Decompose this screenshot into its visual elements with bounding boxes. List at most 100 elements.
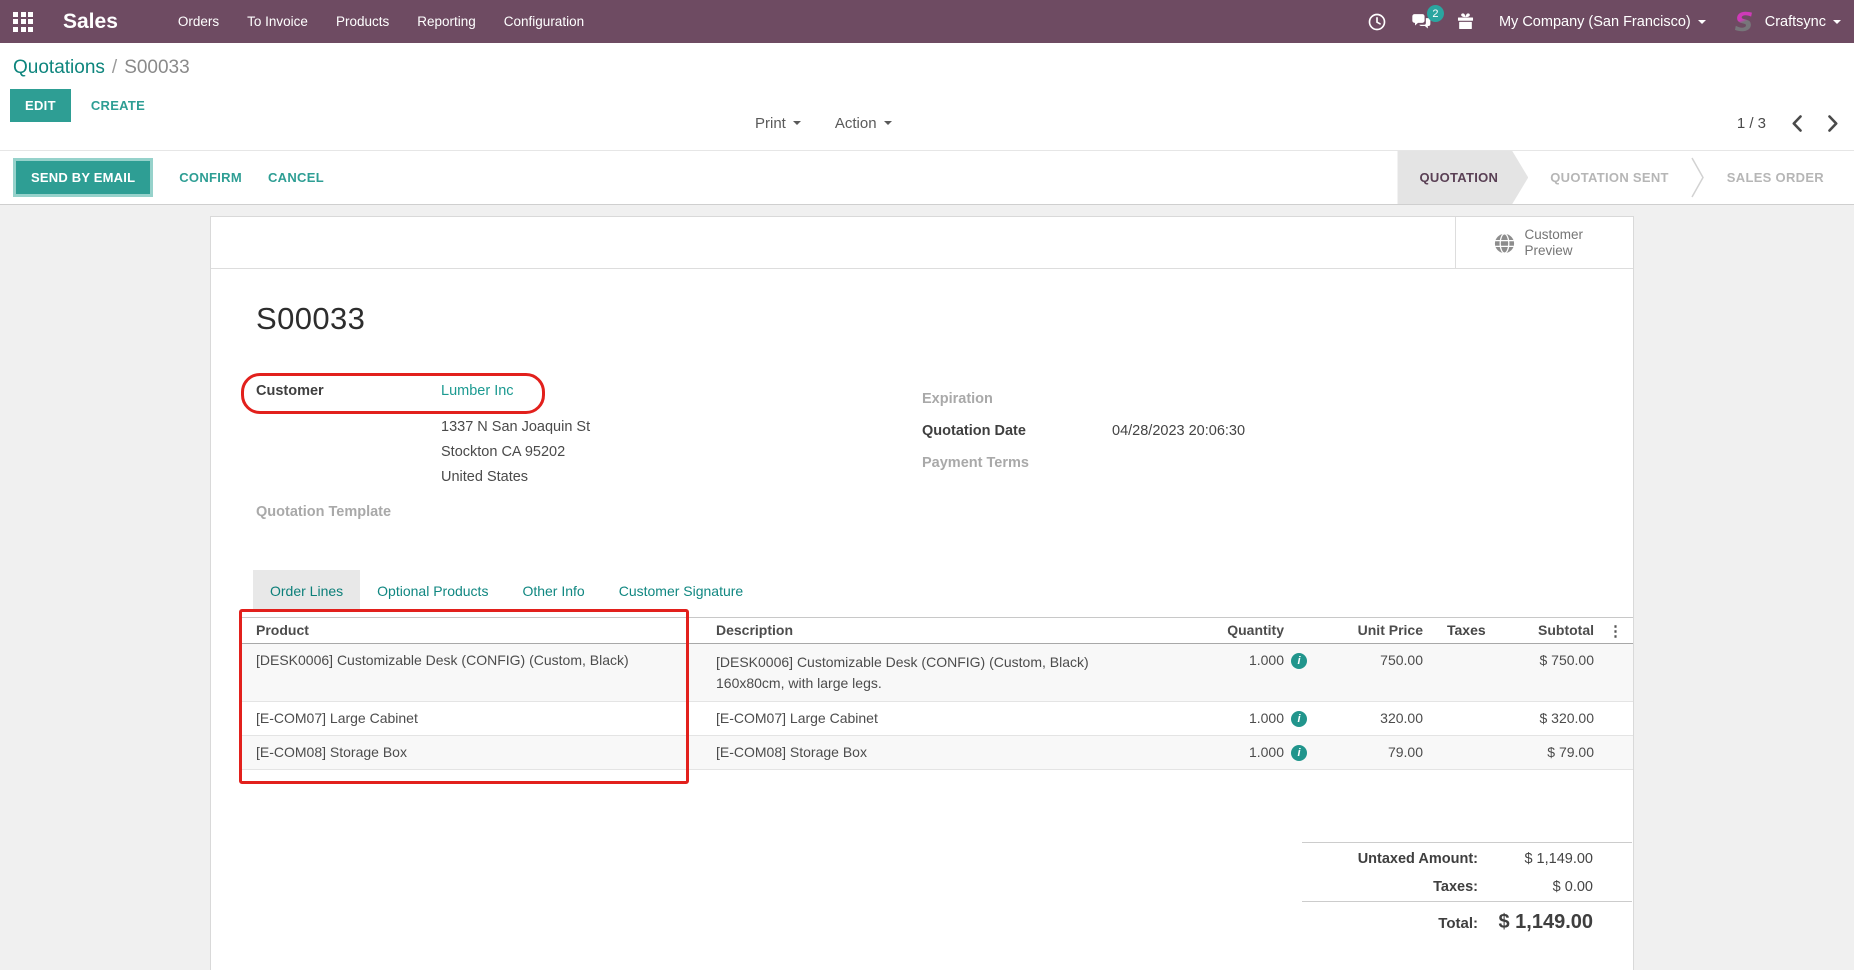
order-lines-table: Product Description Quantity Unit Price … [241, 617, 1633, 770]
tab-other-info[interactable]: Other Info [505, 570, 601, 612]
print-label: Print [755, 115, 786, 132]
cell-product: [DESK0006] Customizable Desk (CONFIG) (C… [241, 644, 701, 701]
chevron-down-icon [793, 121, 801, 125]
user-name: Craftsync [1765, 14, 1826, 30]
pager-next-button[interactable] [1828, 115, 1838, 132]
breadcrumb: Quotations/S00033 [0, 43, 1854, 79]
avatar: S [1730, 8, 1758, 36]
quotation-form-sheet: Customer Preview S00033 Customer Lumber … [210, 216, 1634, 970]
globe-icon [1493, 232, 1516, 255]
cell-unit-price: 79.00 [1314, 736, 1423, 769]
cell-taxes [1423, 702, 1493, 735]
column-header-product: Product [241, 618, 701, 643]
quotation-template-label: Quotation Template [256, 504, 922, 520]
totals-block: Untaxed Amount: $ 1,149.00 Taxes: $ 0.00… [1302, 842, 1632, 940]
customer-label: Customer [256, 383, 441, 403]
control-panel: Quotations/S00033 EDIT CREATE Print Acti… [0, 43, 1854, 150]
menu-configuration[interactable]: Configuration [490, 0, 598, 43]
tab-customer-signature[interactable]: Customer Signature [602, 570, 761, 612]
quotation-date-field: Quotation Date 04/28/2023 20:06:30 [922, 423, 1588, 443]
quotation-title: S00033 [256, 301, 1633, 337]
table-header-row: Product Description Quantity Unit Price … [241, 617, 1633, 644]
cell-quantity: 1.000 [1131, 644, 1284, 701]
total-row: Total: $ 1,149.00 [1302, 901, 1632, 940]
chevron-down-icon [1698, 20, 1706, 24]
apps-menu-icon[interactable] [13, 12, 33, 32]
send-by-email-button[interactable]: SEND BY EMAIL [16, 161, 150, 194]
quantity-info-icon[interactable] [1291, 653, 1307, 669]
app-name[interactable]: Sales [63, 10, 118, 34]
pager-previous-button[interactable] [1792, 115, 1802, 132]
pager-counter: 1 / 3 [1737, 115, 1766, 132]
navbar-systray: 2 My Company (San Francisco) S [1367, 8, 1841, 36]
expiration-field: Expiration [922, 391, 1588, 411]
menu-products[interactable]: Products [322, 0, 403, 43]
top-navbar: Sales Orders To Invoice Products Reporti… [0, 0, 1854, 43]
app-menu: Orders To Invoice Products Reporting Con… [164, 0, 598, 43]
state-sales-order[interactable]: SALES ORDER [1705, 151, 1854, 204]
state-quotation[interactable]: QUOTATION [1397, 151, 1528, 204]
gift-icon[interactable] [1456, 12, 1475, 31]
company-switcher[interactable]: My Company (San Francisco) [1499, 14, 1706, 30]
action-dropdown[interactable]: Action [835, 115, 892, 132]
quantity-info-icon[interactable] [1291, 745, 1307, 761]
chevron-down-icon [1833, 20, 1841, 24]
column-header-description: Description [701, 618, 1131, 643]
tab-optional-products[interactable]: Optional Products [360, 570, 505, 612]
column-header-subtotal: Subtotal [1493, 618, 1594, 643]
table-row[interactable]: [E-COM08] Storage Box [E-COM08] Storage … [241, 736, 1633, 770]
menu-orders[interactable]: Orders [164, 0, 233, 43]
table-row[interactable]: [DESK0006] Customizable Desk (CONFIG) (C… [241, 644, 1633, 702]
breadcrumb-separator: / [112, 57, 117, 78]
quotation-date-label: Quotation Date [922, 423, 1112, 443]
optional-columns-toggle-icon[interactable] [1608, 623, 1623, 640]
messages-icon[interactable]: 2 [1411, 11, 1432, 32]
untaxed-amount-row: Untaxed Amount: $ 1,149.00 [1302, 842, 1632, 873]
state-separator-chevron-icon [1691, 151, 1705, 204]
user-menu[interactable]: S Craftsync [1730, 8, 1841, 36]
total-label: Total: [1302, 915, 1478, 932]
column-header-quantity: Quantity [1131, 618, 1284, 643]
print-dropdown[interactable]: Print [755, 115, 801, 132]
untaxed-amount-value: $ 1,149.00 [1478, 851, 1593, 867]
chevron-down-icon [884, 121, 892, 125]
column-header-unit-price: Unit Price [1314, 618, 1423, 643]
customer-preview-button[interactable]: Customer Preview [1455, 217, 1633, 269]
untaxed-amount-label: Untaxed Amount: [1302, 851, 1478, 867]
create-button[interactable]: CREATE [91, 98, 145, 113]
notebook-tabs: Order Lines Optional Products Other Info… [253, 570, 1633, 612]
cell-product: [E-COM08] Storage Box [241, 736, 701, 769]
edit-button[interactable]: EDIT [10, 89, 71, 122]
cell-unit-price: 320.00 [1314, 702, 1423, 735]
cancel-button[interactable]: CANCEL [268, 170, 324, 185]
cell-description: [E-COM07] Large Cabinet [701, 702, 1131, 735]
statusbar: SEND BY EMAIL CONFIRM CANCEL QUOTATION Q… [0, 150, 1854, 205]
address-line: United States [441, 465, 922, 490]
state-quotation-sent[interactable]: QUOTATION SENT [1528, 151, 1691, 204]
cell-quantity: 1.000 [1131, 702, 1284, 735]
taxes-label: Taxes: [1302, 879, 1478, 895]
form-fields: Customer Lumber Inc 1337 N San Joaquin S… [256, 383, 1588, 520]
company-name: My Company (San Francisco) [1499, 14, 1691, 30]
quantity-info-icon[interactable] [1291, 711, 1307, 727]
cell-subtotal: $ 79.00 [1493, 736, 1594, 769]
customer-preview-label: Customer Preview [1525, 227, 1597, 259]
svg-text:S: S [1734, 8, 1753, 36]
menu-reporting[interactable]: Reporting [403, 0, 490, 43]
confirm-button[interactable]: CONFIRM [179, 170, 242, 185]
tab-order-lines[interactable]: Order Lines [253, 570, 360, 612]
quotation-date-value: 04/28/2023 20:06:30 [1112, 423, 1245, 443]
activity-clock-icon[interactable] [1367, 12, 1387, 32]
breadcrumb-quotations[interactable]: Quotations [13, 57, 105, 78]
table-row[interactable]: [E-COM07] Large Cabinet [E-COM07] Large … [241, 702, 1633, 736]
cell-quantity: 1.000 [1131, 736, 1284, 769]
customer-name-link[interactable]: Lumber Inc [441, 383, 514, 403]
menu-to-invoice[interactable]: To Invoice [233, 0, 322, 43]
payment-terms-label: Payment Terms [922, 455, 1112, 475]
column-header-taxes: Taxes [1423, 618, 1493, 643]
taxes-value: $ 0.00 [1478, 879, 1593, 895]
cell-product: [E-COM07] Large Cabinet [241, 702, 701, 735]
action-label: Action [835, 115, 877, 132]
chevron-left-icon [1792, 115, 1802, 132]
cell-taxes [1423, 736, 1493, 769]
